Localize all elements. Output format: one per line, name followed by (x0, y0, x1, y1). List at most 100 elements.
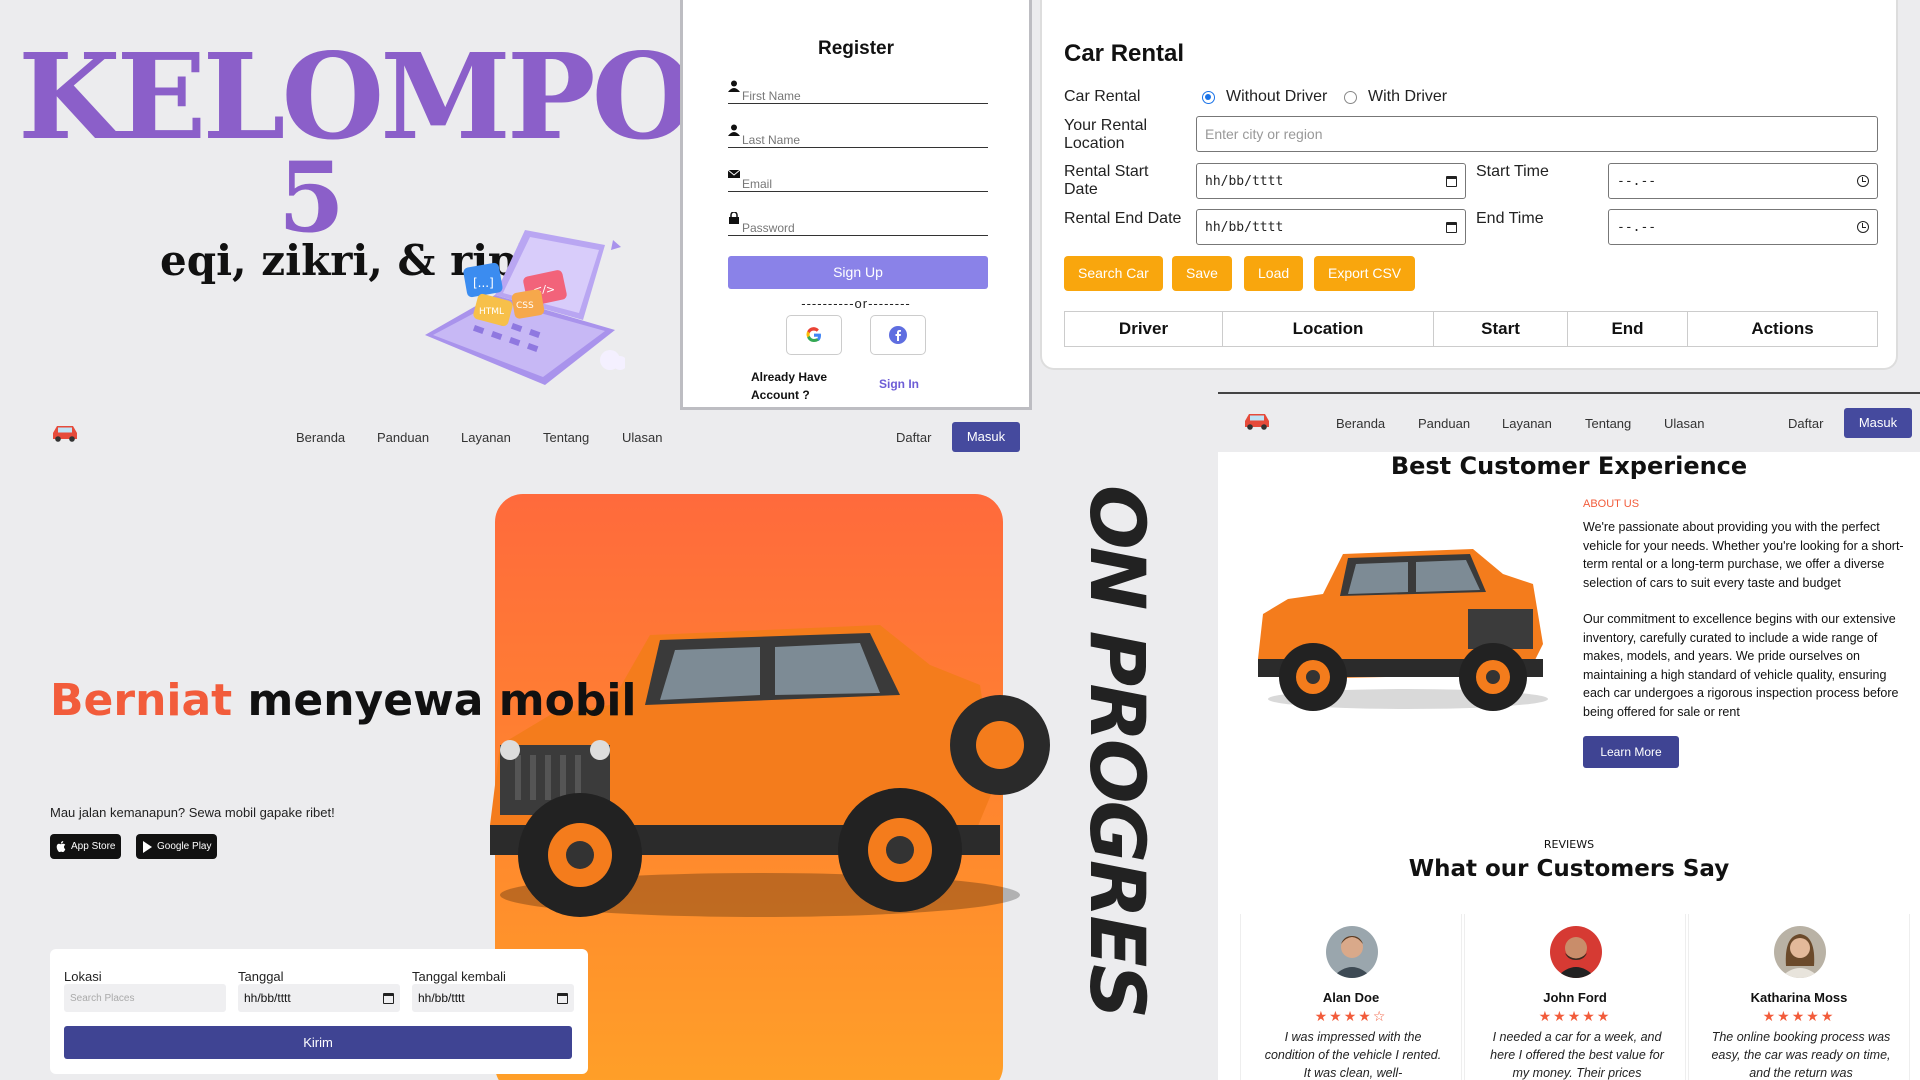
about-paragraph-2: Our commitment to excellence begins with… (1583, 612, 1899, 719)
hero-subtitle: Mau jalan kemanapun? Sewa mobil gapake r… (50, 805, 335, 820)
tanggal-kembali-input[interactable]: hh/bb/tttt (412, 984, 574, 1012)
about-paragraph-1: We're passionate about providing you wit… (1583, 520, 1904, 590)
start-date-input[interactable]: hh/bb/tttt (1196, 163, 1466, 199)
reviewer-name: John Ford (1543, 990, 1607, 1005)
end-time-input[interactable]: --.-- (1608, 209, 1878, 245)
password-field[interactable]: Password (728, 212, 988, 236)
clock-icon[interactable] (1857, 221, 1869, 233)
facebook-icon (889, 326, 907, 344)
laptop-code-illustration: [...] </> CSS HTML (425, 230, 625, 385)
masuk-button[interactable]: Masuk (1844, 408, 1912, 438)
star-rating: ★★★★★ (1538, 1008, 1612, 1024)
nav-layanan[interactable]: Layanan (461, 430, 511, 445)
hero-title-accent: Berniat (50, 675, 233, 726)
tanggal-kembali-label: Tanggal kembali (412, 969, 506, 984)
kirim-button[interactable]: Kirim (64, 1026, 572, 1059)
lokasi-placeholder: Search Places (70, 992, 135, 1004)
best-experience-heading: Best Customer Experience (1390, 452, 1748, 480)
rental-table-header: Driver Location Start End Actions (1064, 311, 1878, 347)
location-input[interactable]: Enter city or region (1196, 116, 1878, 152)
tanggal-input[interactable]: hh/bb/tttt (238, 984, 400, 1012)
nav-ulasan[interactable]: Ulasan (622, 430, 662, 445)
star-rating: ★★★★☆ (1314, 1008, 1388, 1024)
svg-text:CSS: CSS (516, 301, 534, 311)
tanggal-label: Tanggal (238, 969, 284, 984)
apple-icon (56, 841, 66, 852)
sign-in-link[interactable]: Sign In (879, 377, 919, 391)
app-store-badge[interactable]: App Store (50, 834, 122, 859)
hero-title-rest: menyewa mobil (247, 675, 637, 726)
daftar-link[interactable]: Daftar (896, 430, 931, 445)
nav-tentang[interactable]: Tentang (543, 430, 589, 445)
nav-panduan[interactable]: Panduan (1418, 416, 1470, 431)
car-logo-icon[interactable] (50, 422, 80, 442)
start-date-value: hh/bb/tttt (1205, 173, 1284, 189)
nav-panduan[interactable]: Panduan (377, 430, 429, 445)
review-card: Katharina Moss ★★★★★ The online booking … (1688, 914, 1910, 1080)
envelope-icon (728, 169, 740, 178)
user-icon (728, 124, 740, 136)
calendar-icon[interactable] (557, 992, 568, 1004)
sign-up-button[interactable]: Sign Up (728, 256, 988, 289)
export-csv-button[interactable]: Export CSV (1314, 256, 1416, 291)
jeep-image (1258, 549, 1548, 711)
play-store-icon (143, 840, 152, 853)
reviewer-name: Alan Doe (1322, 990, 1380, 1005)
email-field[interactable]: Email (728, 169, 988, 192)
avatar (1326, 926, 1378, 978)
first-name-field[interactable]: First Name (728, 80, 988, 104)
end-date-value: hh/bb/tttt (1205, 219, 1284, 235)
clock-icon[interactable] (1857, 175, 1869, 187)
load-button[interactable]: Load (1244, 256, 1304, 291)
about-page: Beranda Panduan Layanan Tentang Ulasan D… (1218, 392, 1920, 1080)
location-placeholder: Enter city or region (1205, 126, 1323, 142)
nav-beranda[interactable]: Beranda (1336, 416, 1385, 431)
learn-more-button[interactable]: Learn More (1583, 736, 1679, 768)
end-time-label: End Time (1476, 210, 1544, 227)
title-block: KELOMPOK 5 eqi, zikri, & ripki [...] </>… (0, 0, 793, 410)
table-header-end: End (1568, 312, 1688, 346)
facebook-signin-button[interactable] (870, 315, 926, 355)
daftar-link[interactable]: Daftar (1788, 416, 1823, 431)
nav-layanan[interactable]: Layanan (1502, 416, 1552, 431)
lokasi-input[interactable]: Search Places (64, 984, 226, 1012)
calendar-icon[interactable] (1446, 175, 1457, 187)
nav-tentang[interactable]: Tentang (1585, 416, 1631, 431)
end-date-input[interactable]: hh/bb/tttt (1196, 209, 1466, 245)
save-button[interactable]: Save (1172, 256, 1232, 291)
review-text: The online booking process was easy, the… (1711, 1030, 1891, 1080)
calendar-icon[interactable] (1446, 221, 1457, 233)
without-driver-radio[interactable] (1202, 91, 1215, 104)
last-name-field[interactable]: Last Name (728, 124, 988, 148)
lokasi-label: Lokasi (64, 969, 102, 984)
reviewer-name: Katharina Moss (1750, 990, 1848, 1005)
hero-title: Berniat menyewa mobil (50, 670, 636, 732)
booking-search-box: Lokasi Search Places Tanggal hh/bb/tttt … (50, 949, 588, 1074)
or-divider: ----------or-------- (801, 296, 911, 311)
start-time-input[interactable]: --.-- (1608, 163, 1878, 199)
masuk-button[interactable]: Masuk (952, 422, 1020, 452)
table-header-driver: Driver (1065, 312, 1223, 346)
review-text: I needed a car for a week, and here I of… (1490, 1030, 1664, 1080)
tanggal-kembali-value: hh/bb/tttt (418, 991, 465, 1005)
google-signin-button[interactable] (786, 315, 842, 355)
end-date-label: Rental End Date (1064, 210, 1182, 227)
with-driver-label[interactable]: With Driver (1368, 88, 1447, 106)
reviews-label: REVIEWS (1543, 838, 1595, 851)
google-play-badge[interactable]: Google Play (136, 834, 218, 859)
end-time-value: --.-- (1617, 219, 1657, 235)
search-car-button[interactable]: Search Car (1064, 256, 1163, 291)
car-logo-icon[interactable] (1242, 410, 1272, 430)
already-have-account-text: Already Have Account ? (751, 370, 828, 402)
review-text: I was impressed with the condition of th… (1264, 1030, 1442, 1080)
about-navbar: Beranda Panduan Layanan Tentang Ulasan D… (1218, 394, 1920, 452)
car-rental-title: Car Rental (1064, 40, 1185, 67)
landing-page: Beranda Panduan Layanan Tentang Ulasan D… (0, 410, 1218, 1080)
nav-ulasan[interactable]: Ulasan (1664, 416, 1704, 431)
table-header-actions: Actions (1751, 319, 1814, 338)
calendar-icon[interactable] (383, 992, 394, 1004)
without-driver-label[interactable]: Without Driver (1226, 88, 1327, 106)
register-title: Register (817, 38, 895, 59)
with-driver-radio[interactable] (1344, 91, 1357, 104)
nav-beranda[interactable]: Beranda (296, 430, 345, 445)
